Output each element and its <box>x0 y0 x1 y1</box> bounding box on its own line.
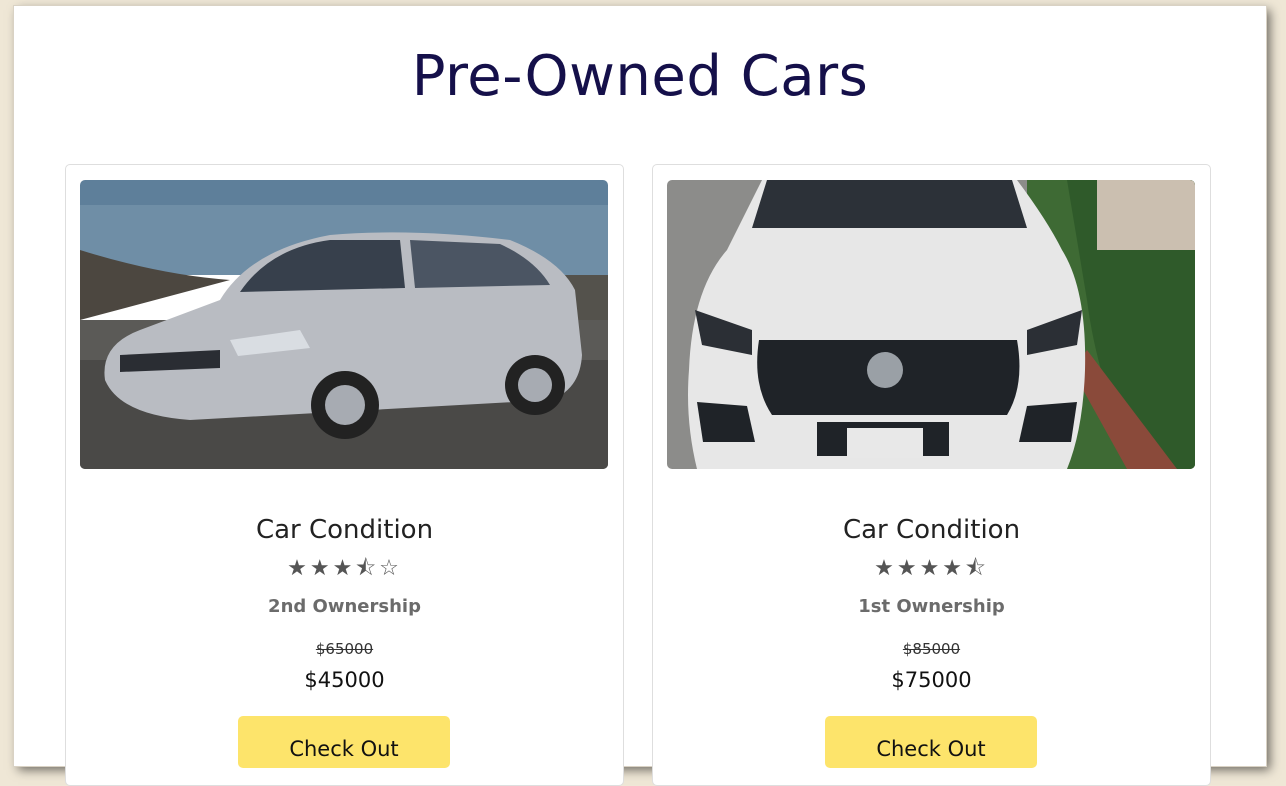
ownership-text: 1st Ownership <box>858 596 1005 617</box>
page-panel: Pre-Owned Cars Car Condition ★★★⯪☆ 2nd O… <box>14 6 1266 786</box>
condition-rating-stars: ★★★⯪☆ <box>287 556 402 581</box>
car-condition-label: Car Condition <box>842 515 1021 545</box>
check-out-button[interactable]: Check Out <box>238 716 450 768</box>
original-price: $85000 <box>902 640 961 658</box>
ownership-text: 2nd Ownership <box>268 596 421 617</box>
silver-sedan-photo <box>80 180 608 469</box>
sale-price: $45000 <box>304 668 385 692</box>
white-suv-photo <box>667 180 1195 469</box>
car-card-1: Car Condition ★★★⯪☆ 2nd Ownership $65000… <box>65 164 624 786</box>
car-condition-label: Car Condition <box>255 515 434 545</box>
condition-rating-stars: ★★★★⯪ <box>874 556 989 581</box>
original-price: $65000 <box>315 640 374 658</box>
car-card-2: Car Condition ★★★★⯪ 1st Ownership $85000… <box>652 164 1211 786</box>
sale-price: $75000 <box>891 668 972 692</box>
check-out-button[interactable]: Check Out <box>825 716 1037 768</box>
page-title: Pre-Owned Cars <box>411 44 869 109</box>
